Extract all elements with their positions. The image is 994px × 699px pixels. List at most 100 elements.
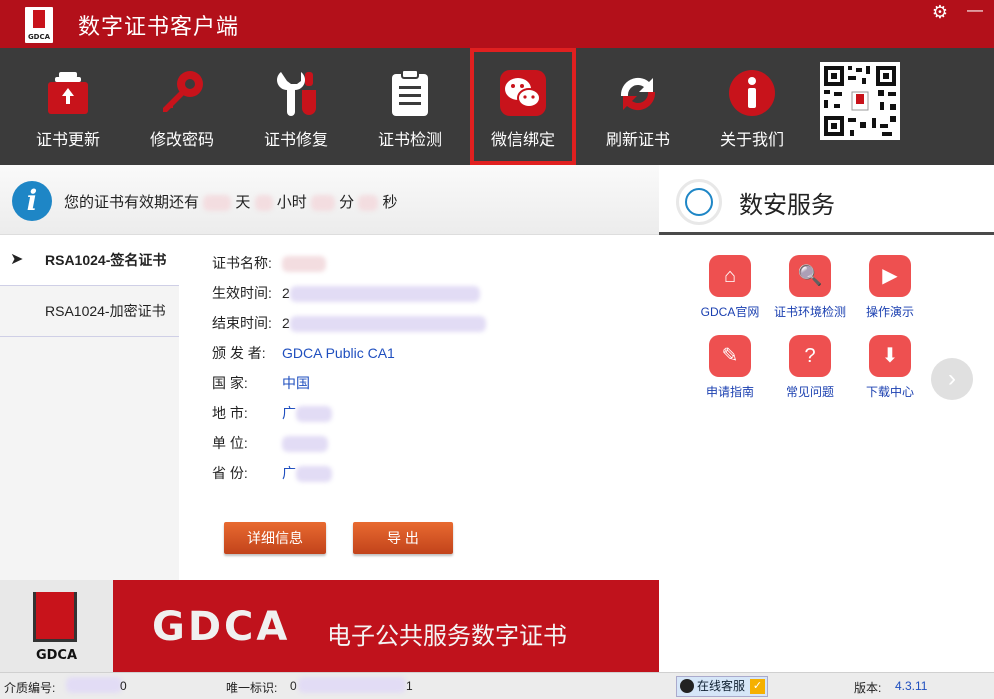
doc-search-icon: 🔍 — [789, 255, 831, 297]
detail-row-name: 证书名称: — [212, 253, 326, 273]
media-label: 介质编号: — [4, 681, 56, 695]
detail-label: 地 市: — [212, 405, 248, 421]
validity-hour-unit: 小时 — [276, 194, 307, 211]
banner-logo: GDCA — [0, 580, 113, 672]
gdca-logo: GDCA — [25, 7, 53, 43]
cert-item-label: RSA1024-加密证书 — [45, 303, 166, 319]
validity-day-unit: 天 — [235, 194, 251, 211]
validity-text: 您的证书有效期还有 天 小时 分 秒 — [64, 191, 397, 212]
wechat-bind-label: 微信绑定 — [490, 132, 555, 149]
gdca-banner: GDCA GDCA 电子公共服务数字证书 — [0, 580, 659, 672]
uid-prefix: 0 — [290, 679, 297, 693]
detail-label: 颁 发 者: — [212, 345, 266, 361]
logo-text: GDCA — [27, 33, 51, 41]
qr-code-icon — [820, 62, 900, 140]
detail-info-button[interactable]: 详细信息 — [224, 522, 326, 554]
version-label: 版本: — [854, 681, 882, 695]
hours-value-redacted — [254, 195, 273, 212]
change-password-button[interactable]: 修改密码 — [132, 48, 232, 165]
cert-check-label: 证书检测 — [377, 132, 442, 149]
validity-prefix: 您的证书有效期还有 — [64, 194, 200, 211]
detail-label: 国 家: — [212, 375, 248, 391]
cert-check-button[interactable]: 证书检测 — [360, 48, 460, 165]
cert-update-label: 证书更新 — [35, 132, 100, 149]
country-value: 中国 — [282, 375, 310, 391]
services-header: 数安服务 — [659, 165, 994, 235]
change-password-label: 修改密码 — [149, 132, 214, 149]
about-us-button[interactable]: 关于我们 — [702, 48, 802, 165]
info-circle-icon: i — [12, 181, 52, 221]
wrench-icon — [277, 72, 316, 116]
end-time-prefix: 2 — [282, 315, 290, 331]
province-value: 广 — [282, 465, 296, 481]
cert-item-label: RSA1024-签名证书 — [45, 252, 167, 268]
service-label: 下载中心 — [865, 385, 914, 399]
issuer-value: GDCA Public CA1 — [282, 345, 395, 361]
title-bar: GDCA 数字证书客户端 ⚙ — — [0, 0, 994, 48]
cert-update-icon — [48, 72, 88, 114]
detail-label: 生效时间: — [212, 285, 272, 301]
services-title: 数安服务 — [739, 192, 835, 219]
media-value-redacted — [66, 677, 122, 693]
uid-value-redacted — [298, 677, 406, 693]
info-icon — [729, 70, 775, 116]
province-redacted — [296, 466, 332, 483]
seconds-value-redacted — [358, 195, 379, 212]
cert-details: 证书名称: 生效时间: 2 结束时间: 2 颁 发 者: GDCA Public CA… — [179, 235, 659, 580]
city-value: 广 — [282, 405, 296, 421]
settings-gear-icon[interactable]: ⚙ — [930, 2, 950, 22]
cert-repair-button[interactable]: 证书修复 — [246, 48, 346, 165]
status-bar: 介质编号: 0 唯一标识: 0 1 在线客服 ✓ 版本: 4.3.11 — [0, 672, 994, 699]
home-icon: ⌂ — [709, 255, 751, 297]
detail-row-start: 生效时间: 2 — [212, 283, 480, 303]
cert-name-redacted — [282, 256, 326, 273]
question-icon: ? — [789, 335, 831, 377]
validity-bar: i 您的证书有效期还有 天 小时 分 秒 — [0, 165, 659, 235]
cert-item-encrypt[interactable]: RSA1024-加密证书 — [0, 286, 179, 336]
key-icon — [163, 71, 203, 112]
detail-row-issuer: 颁 发 者: GDCA Public CA1 — [212, 343, 395, 363]
service-label: 操作演示 — [865, 305, 914, 319]
detail-row-city: 地 市: 广 — [212, 403, 332, 423]
online-service-button[interactable]: 在线客服 ✓ — [676, 676, 768, 697]
form-icon: ✎ — [709, 335, 751, 377]
minimize-button[interactable]: — — [964, 0, 986, 22]
online-service-label: 在线客服 — [697, 679, 746, 693]
end-time-redacted — [289, 316, 486, 333]
banner-logo-text: GDCA — [35, 648, 78, 663]
next-arrow-button[interactable]: › — [931, 358, 973, 400]
version-value: 4.3.11 — [895, 679, 928, 693]
video-icon: ▶ — [869, 255, 911, 297]
detail-row-org: 单 位: — [212, 433, 328, 453]
toolbar: 证书更新 修改密码 证书修复 证书检测 微信绑定 刷新证书 关于我们 — [0, 48, 994, 165]
validity-minute-unit: 分 — [339, 194, 355, 211]
export-button[interactable]: 导 出 — [353, 522, 453, 554]
media-value-suffix: 0 — [120, 679, 127, 693]
minutes-value-redacted — [310, 195, 335, 212]
qq-icon — [680, 679, 694, 693]
banner-subtitle: 电子公共服务数字证书 — [327, 622, 567, 650]
detail-row-province: 省 份: 广 — [212, 463, 332, 483]
refresh-cert-label: 刷新证书 — [605, 132, 670, 149]
refresh-icon — [620, 77, 656, 111]
banner-brand: GDCA — [152, 604, 291, 650]
detail-row-country: 国 家: 中国 — [212, 373, 310, 393]
cert-update-button[interactable]: 证书更新 — [18, 48, 118, 165]
wechat-bind-button[interactable]: 微信绑定 — [470, 48, 576, 165]
refresh-cert-button[interactable]: 刷新证书 — [588, 48, 688, 165]
about-us-label: 关于我们 — [719, 132, 784, 149]
org-redacted — [282, 436, 328, 453]
selected-arrow-icon: ➤ — [10, 251, 24, 268]
globe-icon — [676, 179, 722, 225]
detail-label: 单 位: — [212, 435, 248, 451]
cert-item-sign[interactable]: ➤ RSA1024-签名证书 — [0, 235, 179, 285]
detail-row-end: 结束时间: 2 — [212, 313, 486, 333]
detail-label: 证书名称: — [212, 255, 272, 271]
detail-label: 省 份: — [212, 465, 248, 481]
clipboard-icon — [392, 69, 428, 116]
wechat-icon — [500, 70, 546, 116]
uid-suffix: 1 — [406, 679, 413, 693]
detail-label: 结束时间: — [212, 315, 272, 331]
cert-divider — [0, 336, 179, 337]
start-time-prefix: 2 — [282, 285, 290, 301]
